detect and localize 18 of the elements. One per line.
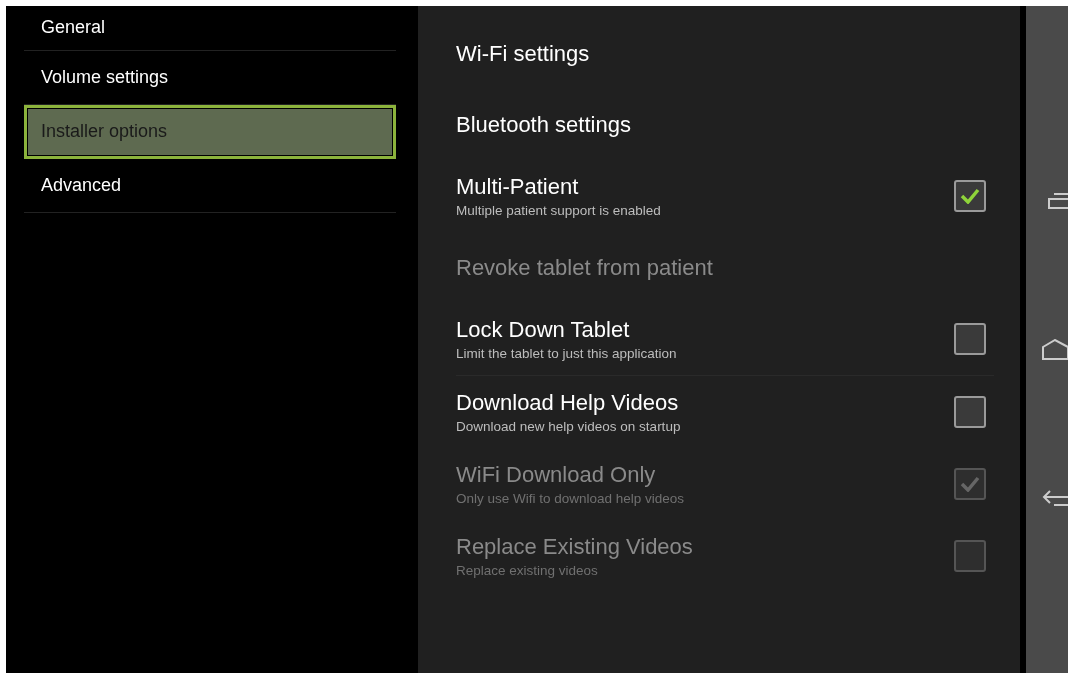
setting-summary: Replace existing videos [456, 563, 598, 578]
setting-title[interactable]: Bluetooth settings [456, 111, 631, 138]
check-icon [960, 476, 980, 492]
setting-title[interactable]: Download Help Videos [456, 390, 679, 416]
setting-title[interactable]: Wi-Fi settings [456, 40, 590, 67]
check-icon [960, 188, 980, 204]
setting-summary: Multiple patient support is enabled [456, 203, 661, 218]
checkbox[interactable] [954, 396, 986, 428]
checkbox[interactable] [954, 323, 986, 355]
setting-summary: Download new help videos on startup [456, 419, 681, 434]
checkbox[interactable] [954, 180, 986, 212]
setting-summary: Only use Wifi to download help videos [456, 491, 685, 506]
setting-title[interactable]: Lock Down Tablet [456, 317, 630, 343]
sidebar-item[interactable]: Advanced [24, 159, 396, 213]
setting-summary: Limit the tablet to just this application [456, 346, 677, 361]
home-icon[interactable] [1042, 339, 1068, 362]
sidebar-item[interactable]: General [24, 6, 396, 51]
setting-title[interactable]: Multi-Patient [456, 174, 579, 200]
